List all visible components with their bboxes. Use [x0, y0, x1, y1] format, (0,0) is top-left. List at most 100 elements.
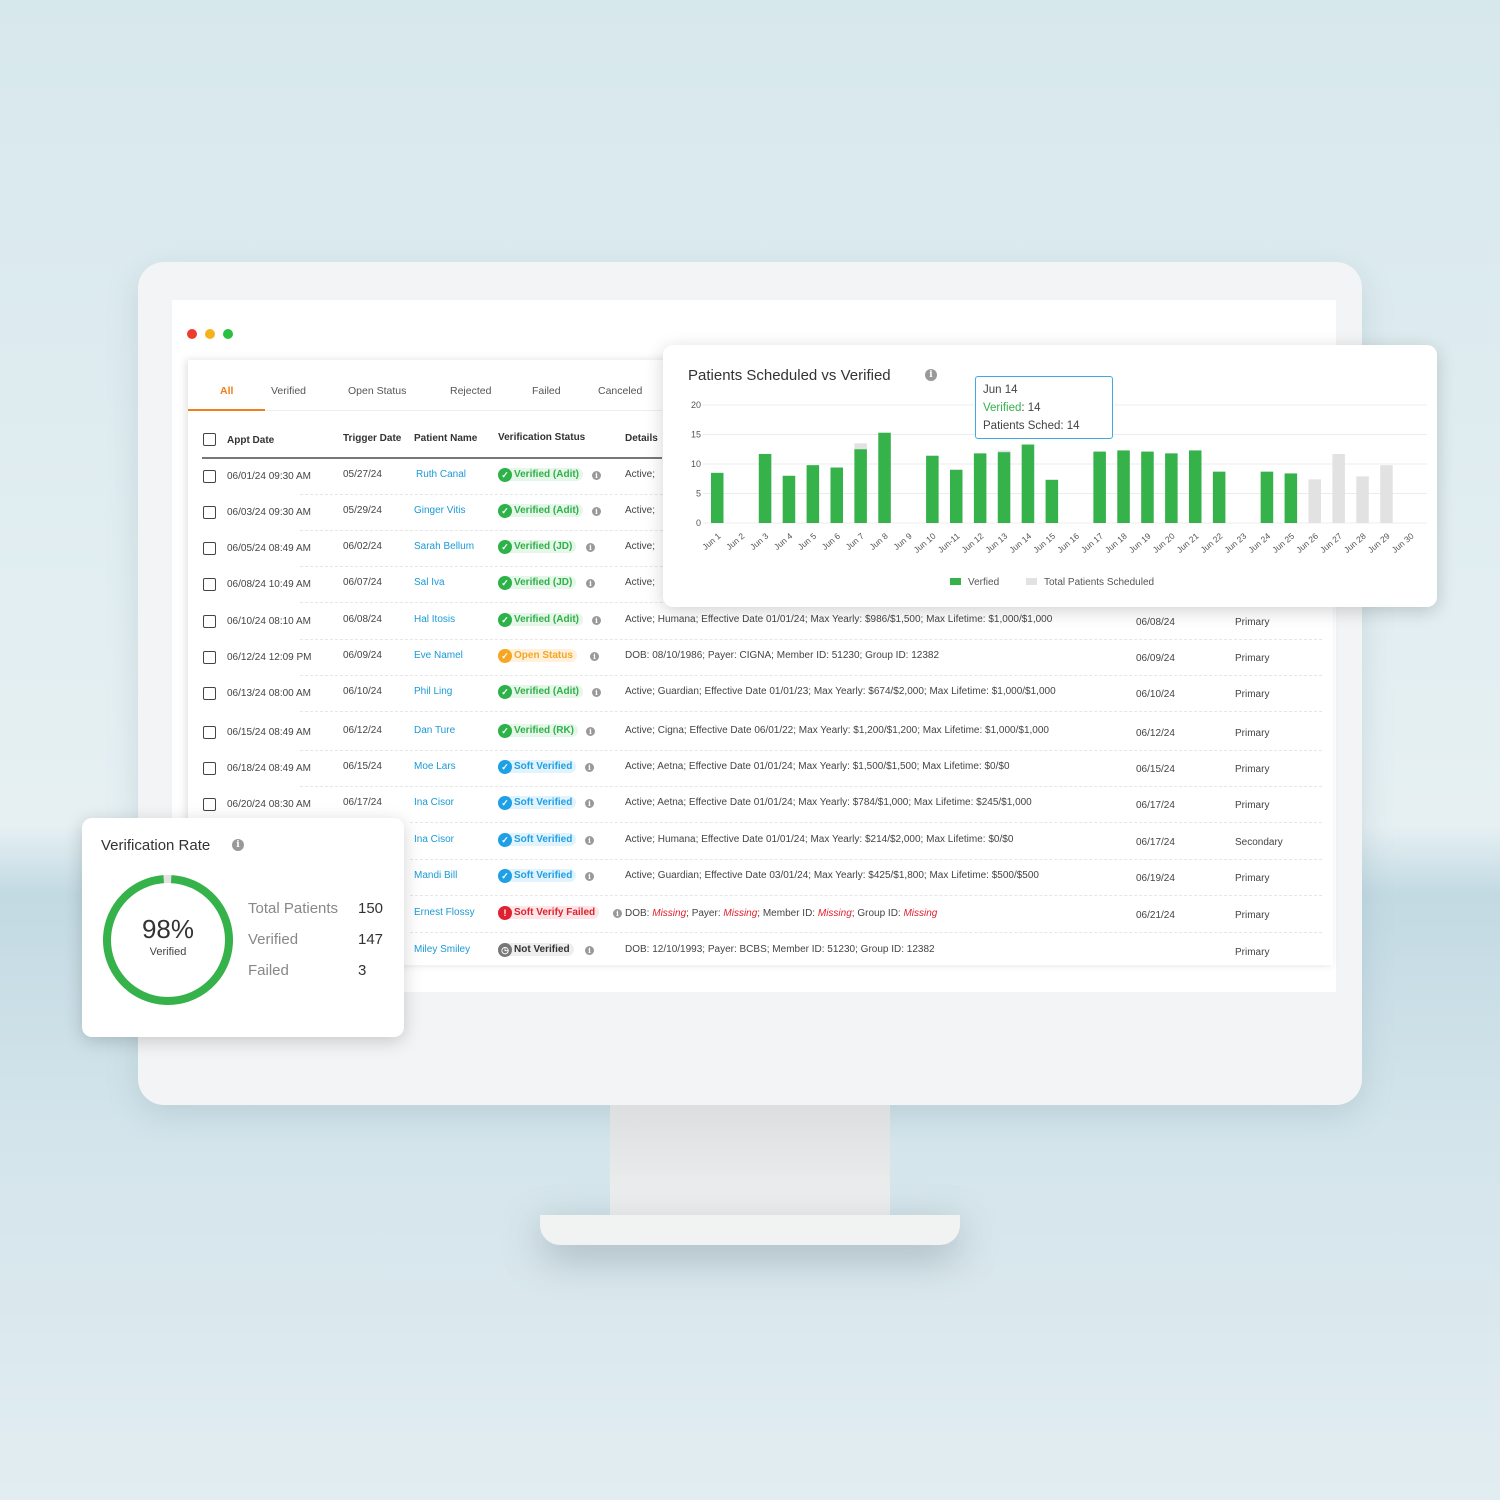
status-info-icon[interactable]: i: [590, 652, 599, 661]
header-details[interactable]: Details: [625, 433, 658, 444]
patient-name-link[interactable]: Sarah Bellum: [414, 541, 474, 552]
status-info-icon[interactable]: i: [585, 872, 594, 881]
rate-info-icon[interactable]: i: [232, 839, 244, 851]
status-soft-icon: ✓: [498, 796, 512, 810]
x-tick-label: Jun 27: [1318, 531, 1344, 555]
eligibility-date-cell: 06/21/24: [1136, 910, 1175, 921]
insurance-type-cell: Primary: [1235, 947, 1270, 958]
patient-name-link[interactable]: Sal Iva: [414, 577, 445, 588]
x-tick-label: Jun 29: [1366, 531, 1392, 555]
status-info-icon[interactable]: i: [586, 579, 595, 588]
status-badge-verified: ✓ Verified (JD): [498, 576, 577, 590]
status-info-icon[interactable]: i: [585, 763, 594, 772]
missing-value: Missing: [817, 908, 852, 919]
status-badge-verified: ✓ Verified (Adit): [498, 613, 584, 627]
select-all-checkbox[interactable]: [203, 433, 216, 446]
row-checkbox[interactable]: [203, 726, 216, 739]
patient-name-link[interactable]: Ruth Canal: [416, 469, 466, 480]
row-checkbox[interactable]: [203, 798, 216, 811]
bar-verified: [878, 432, 891, 523]
patient-name-link[interactable]: Ernest Flossy: [414, 907, 475, 918]
details-cell: DOB: 08/10/1986; Payer: CIGNA; Member ID…: [625, 650, 940, 661]
status-info-icon[interactable]: i: [592, 616, 601, 625]
row-checkbox[interactable]: [203, 578, 216, 591]
patient-name-link[interactable]: Hal Itosis: [414, 614, 455, 625]
row-checkbox[interactable]: [203, 506, 216, 519]
status-verified-icon: ✓: [498, 540, 512, 554]
tooltip-verified-label: Verified: [983, 402, 1022, 414]
insurance-type-cell: Primary: [1235, 728, 1270, 739]
row-checkbox[interactable]: [203, 651, 216, 664]
status-info-icon[interactable]: i: [592, 471, 601, 480]
patient-name-link[interactable]: Eve Namel: [414, 650, 463, 661]
status-info-icon[interactable]: i: [586, 543, 595, 552]
status-info-icon[interactable]: i: [592, 507, 601, 516]
trigger-date-cell: 05/29/24: [343, 505, 382, 516]
bar-verified: [950, 469, 963, 523]
bar-verified: [1021, 444, 1035, 523]
patient-name-link[interactable]: Mandi Bill: [414, 870, 457, 881]
patient-name-link[interactable]: Dan Ture: [414, 725, 455, 736]
window-minimize-button[interactable]: [205, 329, 215, 339]
row-checkbox[interactable]: [203, 542, 216, 555]
status-badge-verified: ✓ Verified (JD): [498, 540, 577, 554]
status-info-icon[interactable]: i: [592, 688, 601, 697]
patient-name-link[interactable]: Moe Lars: [414, 761, 456, 772]
appt-date-cell: 06/05/24 08:49 AM: [227, 543, 311, 554]
status-label: Verified (JD): [514, 541, 573, 552]
status-info-icon[interactable]: i: [586, 727, 595, 736]
row-checkbox[interactable]: [203, 470, 216, 483]
patient-name-link[interactable]: Ina Cisor: [414, 797, 454, 808]
header-verification-status[interactable]: Verification Status: [498, 432, 585, 443]
chart-tooltip: Jun 14 Verified: 14 Patients Sched: 14: [975, 376, 1113, 439]
header-trigger-date[interactable]: Trigger Date: [343, 433, 401, 444]
status-info-icon[interactable]: i: [585, 836, 594, 845]
bar-scheduled: [1356, 476, 1369, 523]
stat-failed-value: 3: [358, 962, 367, 979]
status-verified-icon: ✓: [498, 468, 512, 482]
patient-name-link[interactable]: Miley Smiley: [414, 944, 470, 955]
row-checkbox[interactable]: [203, 687, 216, 700]
eligibility-date-cell: 06/19/24: [1136, 873, 1175, 884]
x-tick-label: Jun 20: [1151, 531, 1177, 555]
legend-verified-swatch: [950, 578, 961, 585]
x-tick-label: Jun 28: [1342, 531, 1368, 555]
tab-failed[interactable]: Failed: [532, 385, 561, 397]
window-maximize-button[interactable]: [223, 329, 233, 339]
header-appt-date[interactable]: Appt Date: [227, 435, 274, 446]
row-divider: [300, 639, 1322, 640]
bar-verified: [711, 472, 724, 523]
tab-verified[interactable]: Verified: [271, 385, 306, 397]
stat-verified-value: 147: [358, 931, 384, 948]
patient-name-link[interactable]: Ina Cisor: [414, 834, 454, 845]
x-tick-label: Jun 16: [1055, 531, 1081, 555]
status-label: Not Verified: [514, 944, 570, 955]
details-cell: Active;: [625, 577, 656, 588]
patient-name-link[interactable]: Ginger Vitis: [414, 505, 466, 516]
status-label: Verified (JD): [514, 577, 573, 588]
tab-rejected[interactable]: Rejected: [450, 385, 491, 397]
tab-all[interactable]: All: [220, 385, 233, 397]
row-checkbox[interactable]: [203, 615, 216, 628]
status-label: Soft Verified: [514, 870, 573, 881]
row-divider: [410, 822, 1322, 823]
status-info-icon[interactable]: i: [585, 799, 594, 808]
eligibility-date-cell: 06/17/24: [1136, 800, 1175, 811]
details-cell: Active; Aetna; Effective Date 01/01/24; …: [625, 761, 1010, 772]
insurance-type-cell: Primary: [1235, 800, 1270, 811]
status-info-icon[interactable]: i: [585, 946, 594, 955]
tab-open-status[interactable]: Open Status: [348, 385, 406, 397]
status-label: Soft Verified: [514, 797, 573, 808]
tab-canceled[interactable]: Canceled: [598, 385, 642, 397]
missing-value: Missing: [652, 908, 687, 919]
patient-name-link[interactable]: Phil Ling: [414, 686, 452, 697]
header-patient-name[interactable]: Patient Name: [414, 433, 477, 444]
status-verified-icon: ✓: [498, 724, 512, 738]
bar-verified: [830, 467, 843, 523]
x-tick-label: Jun 17: [1079, 531, 1105, 555]
x-tick-label: Jun 1: [700, 531, 723, 552]
window-close-button[interactable]: [187, 329, 197, 339]
status-info-icon[interactable]: i: [613, 909, 622, 918]
header-underline: [202, 457, 662, 459]
row-checkbox[interactable]: [203, 762, 216, 775]
